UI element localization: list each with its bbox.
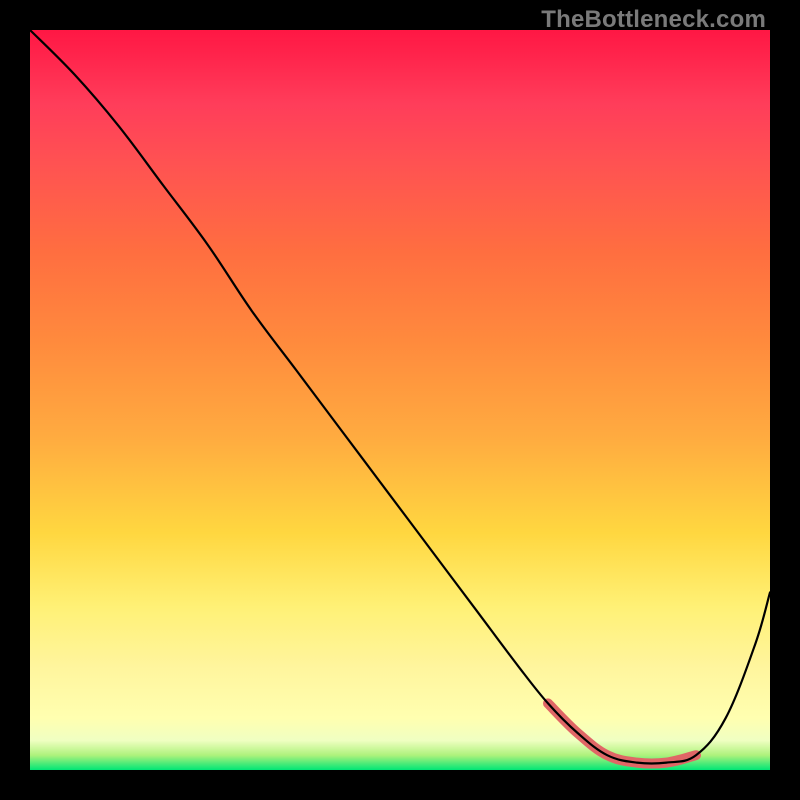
- bottleneck-curve: [30, 30, 770, 764]
- curve-svg: [30, 30, 770, 770]
- chart-frame: TheBottleneck.com: [0, 0, 800, 800]
- optimal-range-highlight: [548, 703, 696, 763]
- plot-area: [30, 30, 770, 770]
